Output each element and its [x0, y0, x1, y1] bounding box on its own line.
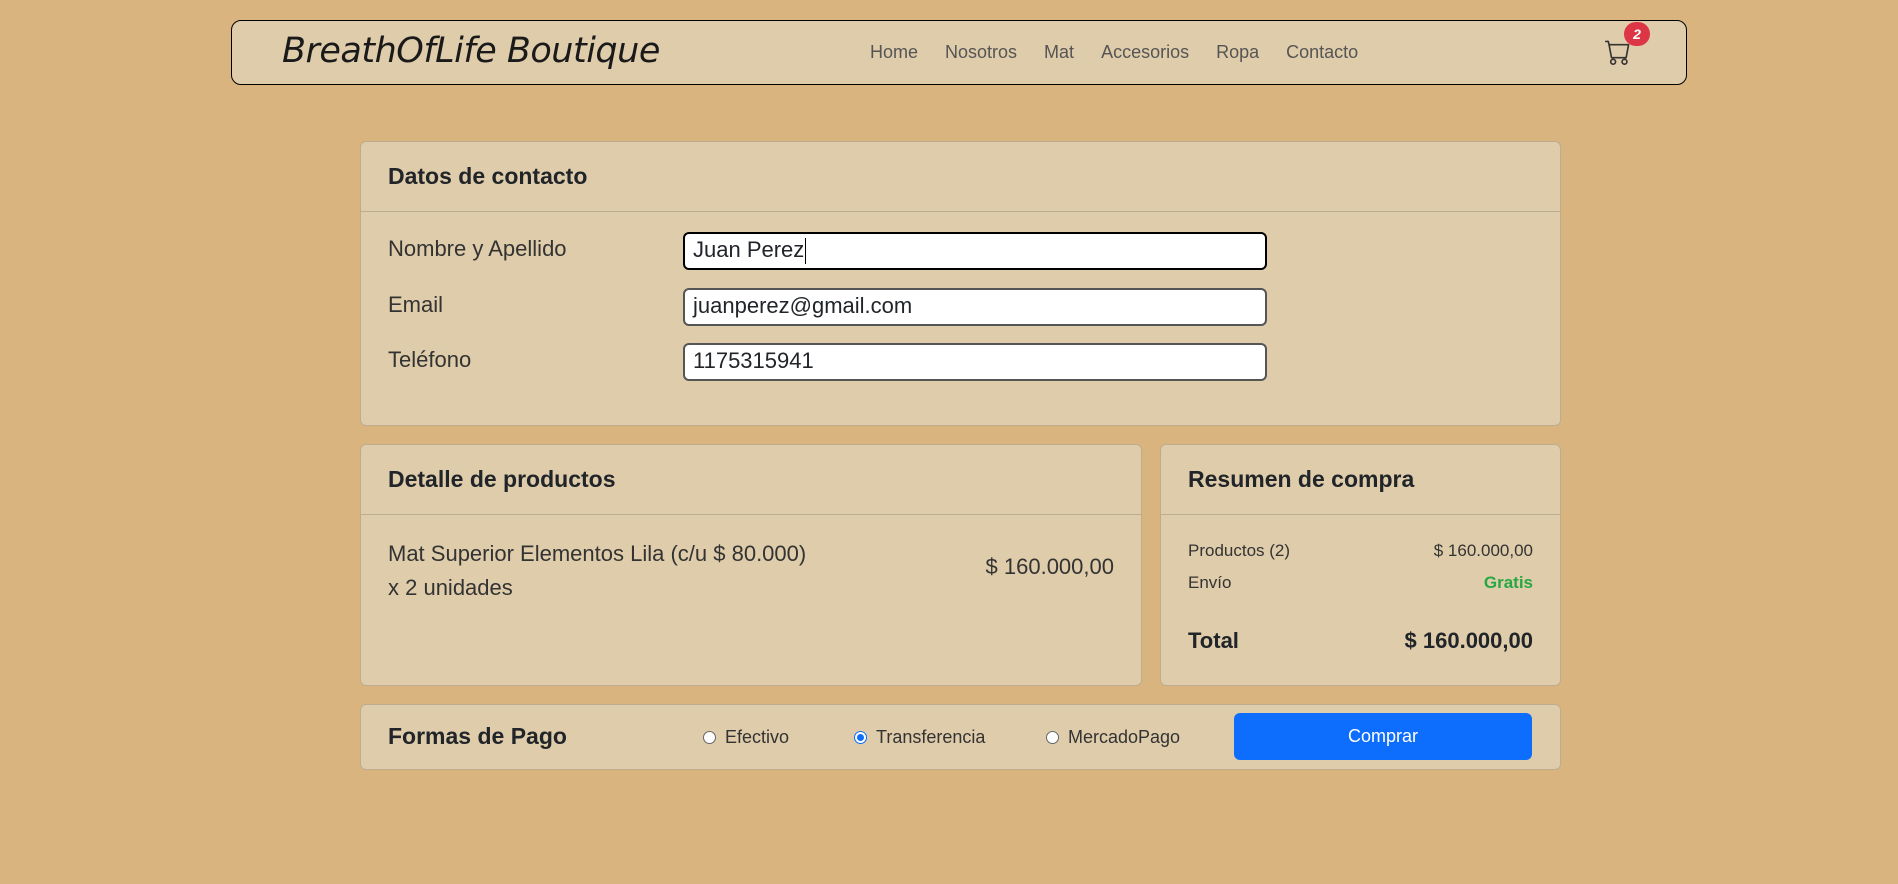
- summary-total-row: Total $ 160.000,00: [1188, 628, 1533, 654]
- payment-option-efectivo[interactable]: Efectivo: [703, 727, 789, 748]
- summary-products-row: Productos (2) $ 160.000,00: [1188, 541, 1533, 561]
- buy-button[interactable]: Comprar: [1234, 713, 1532, 760]
- products-card: Detalle de productos Mat Superior Elemen…: [360, 444, 1142, 686]
- product-item: Mat Superior Elementos Lila (c/u $ 80.00…: [388, 537, 806, 605]
- payment-option-label: MercadoPago: [1068, 727, 1181, 747]
- payment-option-label: Efectivo: [725, 727, 790, 747]
- nav-link-home[interactable]: Home: [870, 42, 918, 63]
- brand-logo[interactable]: BreathOfLife Boutique: [282, 31, 660, 71]
- name-input-value: Juan Perez: [693, 237, 805, 262]
- cart-count-badge: 2: [1624, 22, 1650, 46]
- summary-card: Resumen de compra Productos (2) $ 160.00…: [1160, 444, 1561, 686]
- products-card-title: Detalle de productos: [361, 445, 1141, 515]
- nav-link-accesorios[interactable]: Accesorios: [1101, 42, 1189, 63]
- summary-products-value: $ 160.000,00: [1433, 541, 1533, 560]
- summary-total-label: Total: [1188, 628, 1239, 653]
- navbar: BreathOfLife Boutique Home Nosotros Mat …: [231, 20, 1687, 85]
- phone-input[interactable]: 1175315941: [683, 343, 1267, 381]
- summary-card-title: Resumen de compra: [1161, 445, 1560, 515]
- product-total: $ 160.000,00: [985, 554, 1114, 579]
- payment-option-transferencia[interactable]: Transferencia: [854, 727, 985, 748]
- nav-link-nosotros[interactable]: Nosotros: [945, 42, 1017, 63]
- payment-option-label: Transferencia: [876, 727, 986, 747]
- nav-links: Home Nosotros Mat Accesorios Ropa Contac…: [870, 21, 1385, 84]
- product-name: Mat Superior Elementos Lila (c/u $ 80.00…: [388, 541, 807, 566]
- nav-link-mat[interactable]: Mat: [1044, 42, 1074, 63]
- payment-card: Formas de Pago Efectivo Transferencia Me…: [360, 704, 1561, 770]
- contact-card: Datos de contacto Nombre y Apellido Juan…: [360, 141, 1561, 426]
- name-input[interactable]: Juan Perez: [683, 232, 1267, 270]
- phone-label: Teléfono: [388, 347, 472, 372]
- summary-shipping-value: Gratis: [1483, 573, 1533, 592]
- summary-total-value: $ 160.000,00: [1404, 628, 1533, 653]
- product-qty: x 2 unidades: [388, 575, 513, 600]
- payment-option-mercadopago[interactable]: MercadoPago: [1046, 727, 1180, 748]
- summary-shipping-row: Envío Gratis: [1188, 573, 1533, 593]
- text-caret: [805, 238, 807, 265]
- contact-card-title: Datos de contacto: [361, 142, 1560, 212]
- nav-link-contacto[interactable]: Contacto: [1286, 42, 1358, 63]
- email-label: Email: [388, 292, 444, 317]
- name-label: Nombre y Apellido: [388, 236, 567, 261]
- radio-transferencia[interactable]: [854, 731, 867, 744]
- summary-products-label: Productos (2): [1188, 541, 1291, 560]
- summary-shipping-label: Envío: [1188, 573, 1232, 592]
- nav-link-ropa[interactable]: Ropa: [1216, 42, 1259, 63]
- radio-mercadopago[interactable]: [1046, 731, 1059, 744]
- payment-title: Formas de Pago: [388, 723, 567, 749]
- radio-efectivo[interactable]: [703, 731, 716, 744]
- email-input[interactable]: juanperez@gmail.com: [683, 288, 1267, 326]
